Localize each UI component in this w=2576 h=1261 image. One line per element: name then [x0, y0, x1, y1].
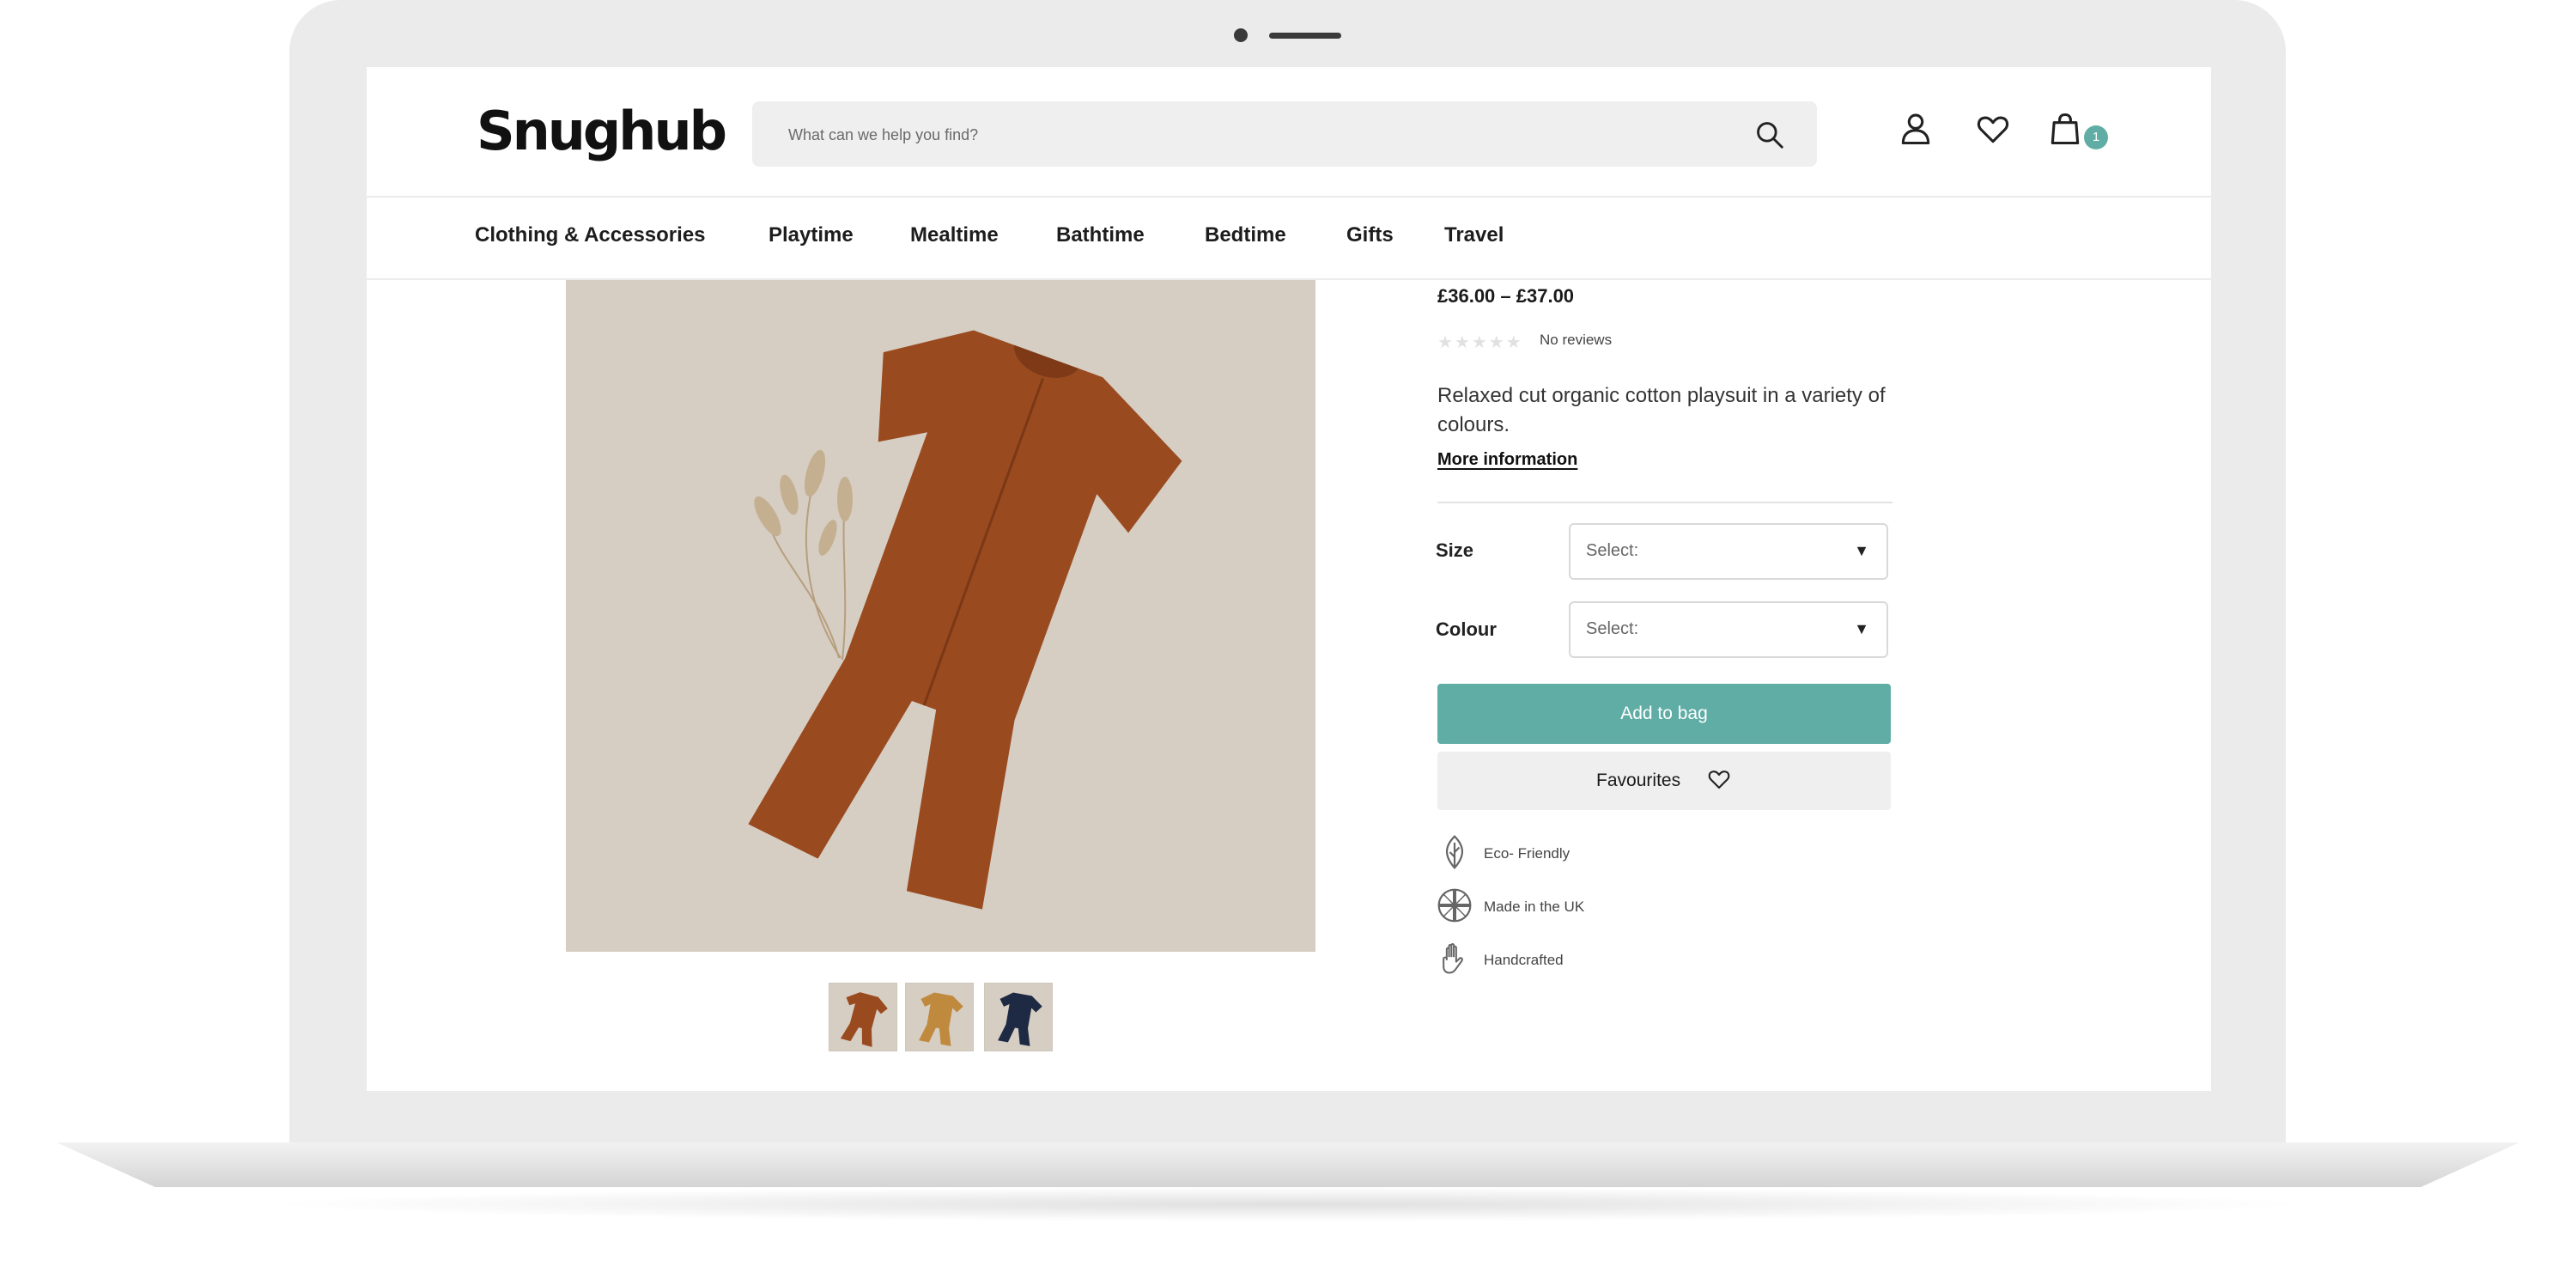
rating-stars: ★★★★★	[1437, 333, 1523, 352]
size-select[interactable]: Select: ▼	[1569, 523, 1888, 580]
thumbnail-navy[interactable]	[984, 983, 1053, 1051]
more-information-link[interactable]: More information	[1437, 450, 1577, 470]
camera-dot	[1234, 28, 1248, 42]
search-bar[interactable]	[752, 101, 1817, 167]
nav-item-bedtime[interactable]: Bedtime	[1205, 223, 1286, 247]
thumbnail-navy-image	[998, 992, 1042, 1046]
browser-screen: Snughub 1 Clothing & Accessories Playtim…	[367, 67, 2211, 1091]
search-icon[interactable]	[1753, 119, 1786, 151]
nav-item-mealtime[interactable]: Mealtime	[910, 223, 999, 247]
main-nav: Clothing & Accessories Playtime Mealtime…	[367, 198, 2211, 280]
heart-icon	[1708, 771, 1730, 789]
playsuit-photo	[748, 330, 1182, 910]
hand-icon	[1443, 943, 1463, 974]
shopping-bag-icon[interactable]	[2046, 110, 2084, 148]
feature-handcrafted: Handcrafted	[1484, 952, 1564, 968]
thumbnail-rust-image	[840, 992, 888, 1047]
reviews-count[interactable]: No reviews	[1540, 332, 1612, 349]
product-description: Relaxed cut organic cotton playsuit in a…	[1437, 384, 1886, 436]
nav-item-clothing[interactable]: Clothing & Accessories	[475, 223, 706, 247]
camera-slot	[1269, 33, 1341, 39]
favourites-button[interactable]: Favourites	[1437, 752, 1891, 810]
favourites-label: Favourites	[1596, 771, 1681, 790]
product-price: £36.00 – £37.00	[1437, 285, 1575, 307]
colour-select[interactable]: Select: ▼	[1569, 601, 1888, 658]
leaf-icon	[1445, 835, 1464, 870]
thumbnail-mustard[interactable]	[905, 983, 974, 1051]
laptop-base	[57, 1142, 2519, 1187]
bag-count-badge: 1	[2084, 125, 2108, 149]
thumbnail-rust[interactable]	[829, 983, 897, 1051]
nav-item-travel[interactable]: Travel	[1444, 223, 1504, 247]
nav-item-playtime[interactable]: Playtime	[769, 223, 854, 247]
account-icon[interactable]	[1897, 110, 1935, 148]
product-main-image[interactable]	[566, 280, 1315, 952]
feature-eco-friendly: Eco- Friendly	[1484, 845, 1571, 862]
feature-made-in-uk: Made in the UK	[1484, 899, 1585, 915]
thumbnail-mustard-image	[919, 992, 963, 1046]
uk-flag-icon	[1437, 888, 1472, 923]
dropdown-arrow-icon: ▼	[1854, 542, 1869, 559]
laptop-shadow	[258, 1187, 2318, 1221]
colour-label: Colour	[1436, 618, 1497, 640]
colour-select-value: Select:	[1586, 619, 1639, 638]
nav-item-bathtime[interactable]: Bathtime	[1056, 223, 1145, 247]
size-select-value: Select:	[1586, 541, 1639, 560]
search-input[interactable]	[787, 117, 1735, 153]
wishlist-heart-icon[interactable]	[1974, 110, 2012, 148]
logo[interactable]: Snughub	[477, 100, 727, 162]
nav-item-gifts[interactable]: Gifts	[1346, 223, 1394, 247]
add-to-bag-button[interactable]: Add to bag	[1437, 684, 1891, 744]
size-label: Size	[1436, 539, 1474, 561]
site-header: Snughub 1	[367, 67, 2211, 198]
divider	[1437, 502, 1893, 503]
dropdown-arrow-icon: ▼	[1854, 620, 1869, 637]
